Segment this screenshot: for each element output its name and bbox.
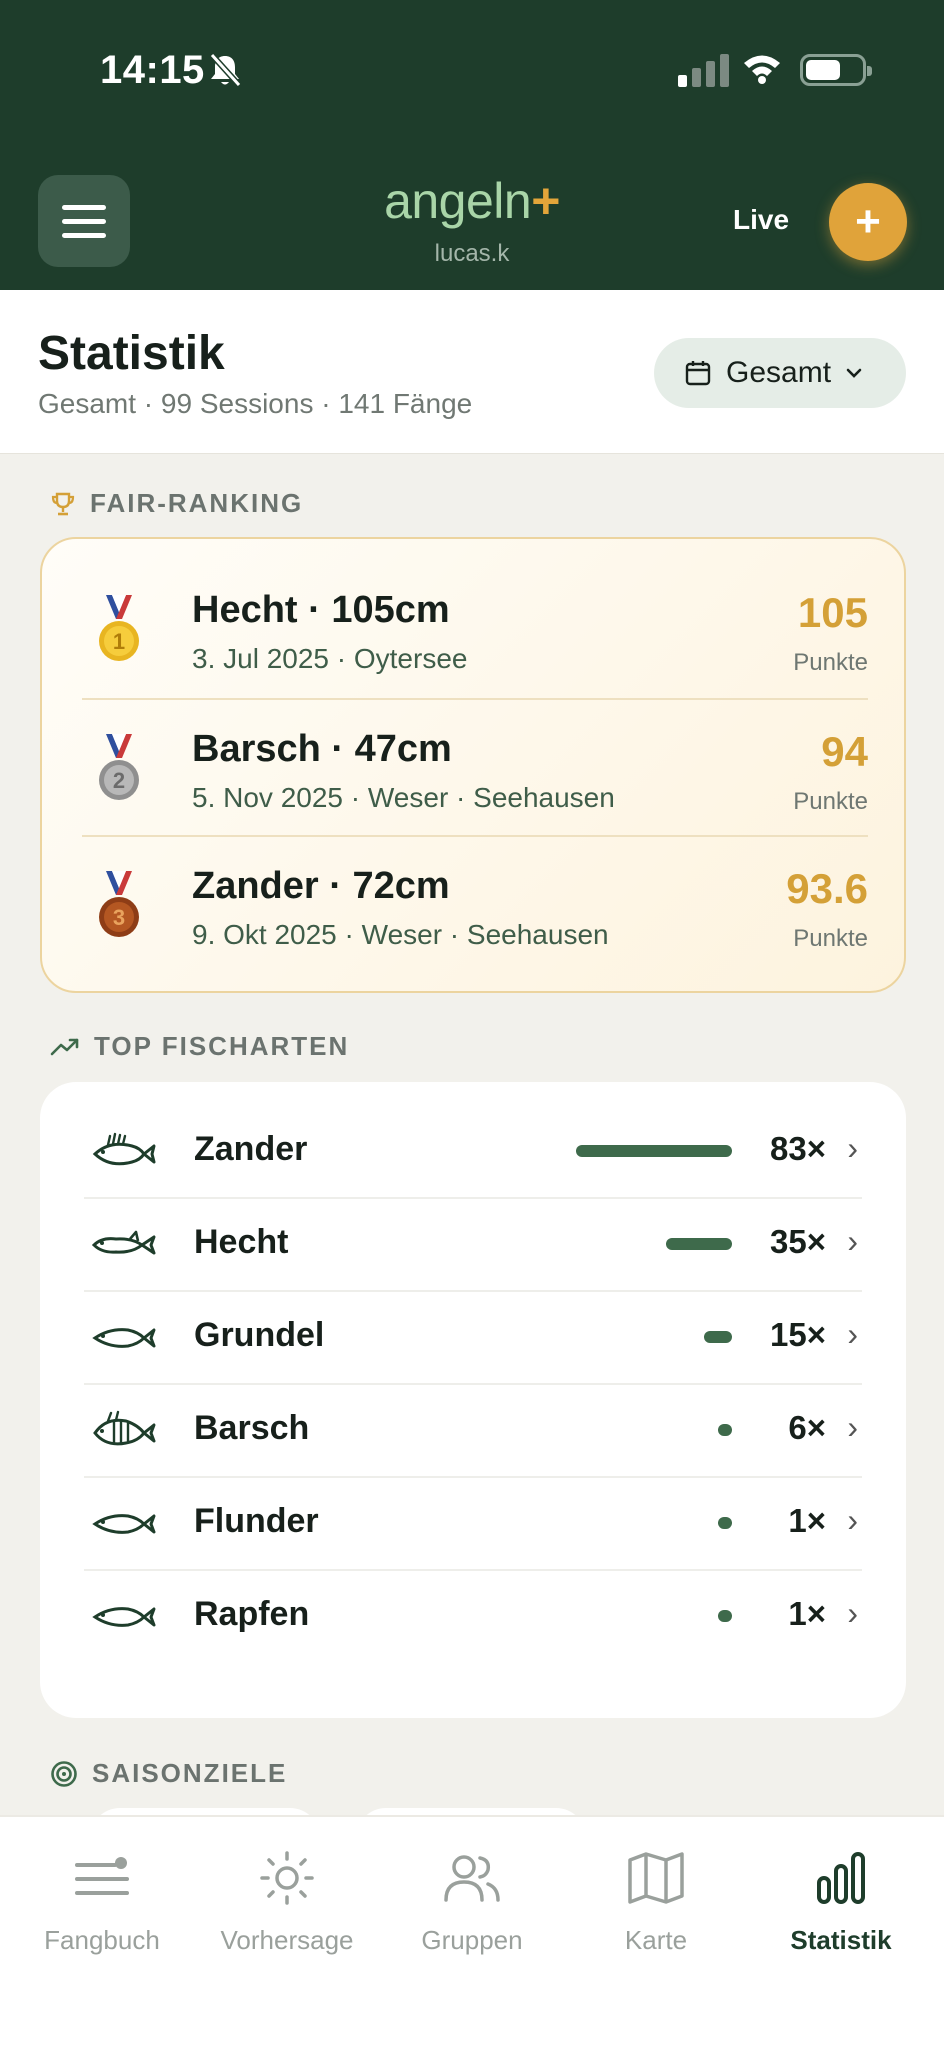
tab-fangbuch[interactable]: Fangbuch	[12, 1847, 192, 1956]
species-name: Rapfen	[194, 1595, 310, 1633]
species-name: Barsch	[194, 1409, 310, 1447]
svg-text:1: 1	[113, 629, 125, 654]
ranking-points: 105	[797, 589, 868, 636]
species-row[interactable]: Grundel 15× ›	[84, 1292, 862, 1385]
menu-button[interactable]	[38, 175, 130, 267]
ranking-title: Barsch · 47cm	[192, 728, 452, 770]
species-row[interactable]: Flunder 1× ›	[84, 1478, 862, 1571]
ranking-section-label: FAIR-RANKING	[50, 488, 303, 519]
app-logo: angeln+	[384, 173, 560, 229]
period-label: Gesamt	[726, 356, 832, 389]
page-title: Statistik	[38, 327, 225, 380]
trophy-icon	[51, 492, 75, 515]
hecht-icon	[92, 1230, 156, 1255]
username: lucas.k	[434, 240, 510, 267]
goals-section-label: SAISONZIELE	[50, 1758, 287, 1789]
period-dropdown[interactable]: Gesamt	[654, 338, 906, 408]
target-icon	[51, 1760, 77, 1787]
gold-medal-icon: 1	[99, 595, 139, 661]
species-row[interactable]: Hecht 35× ›	[84, 1199, 862, 1292]
ranking-title: Zander · 72cm	[192, 865, 450, 907]
zander-icon	[92, 1132, 156, 1166]
chevron-right-icon: ›	[847, 1130, 858, 1166]
tab-gruppen[interactable]: Gruppen	[382, 1847, 562, 1956]
species-row[interactable]: Barsch 6× ›	[84, 1385, 862, 1478]
add-catch-button[interactable]: +	[829, 183, 907, 261]
tab-bar: Fangbuch Vorhersage Gruppen Karte Statis…	[0, 1815, 944, 2048]
users-icon	[444, 1855, 500, 1902]
bell-off-icon	[209, 52, 242, 88]
species-count: 35×	[770, 1223, 826, 1260]
fish-icon	[92, 1514, 156, 1534]
app-header: 14:15 angeln+ lucas.k Live +	[0, 0, 944, 290]
ranking-points-label: Punkte	[793, 788, 868, 815]
ranking-points-label: Punkte	[793, 649, 868, 676]
species-name: Flunder	[194, 1502, 319, 1540]
species-count-bar	[718, 1517, 732, 1529]
chevron-right-icon: ›	[847, 1223, 858, 1259]
trending-up-icon	[50, 1038, 79, 1055]
species-row[interactable]: Rapfen 1× ›	[84, 1571, 862, 1664]
species-count: 6×	[788, 1409, 826, 1446]
ranking-item[interactable]: 2 Barsch · 47cm 5. Nov 2025 · Weser · Se…	[82, 698, 868, 835]
live-button[interactable]: Live	[733, 204, 789, 236]
ranking-subtitle: 9. Okt 2025 · Weser · Seehausen	[192, 919, 609, 950]
ranking-item[interactable]: 1 Hecht · 105cm 3. Jul 2025 · Oytersee 1…	[82, 561, 868, 698]
battery-icon	[800, 54, 872, 86]
species-count-bar	[704, 1331, 732, 1343]
species-count-bar	[718, 1610, 732, 1622]
species-count-bar	[666, 1238, 732, 1250]
species-count-bar	[576, 1145, 732, 1157]
species-name: Grundel	[194, 1316, 325, 1354]
ranking-subtitle: 5. Nov 2025 · Weser · Seehausen	[192, 782, 615, 813]
ranking-item[interactable]: 3 Zander · 72cm 9. Okt 2025 · Weser · Se…	[82, 835, 868, 972]
fish-icon	[92, 1607, 156, 1627]
tab-statistik[interactable]: Statistik	[751, 1847, 931, 1956]
ranking-points-label: Punkte	[793, 925, 868, 952]
species-count: 15×	[770, 1316, 826, 1353]
svg-text:3: 3	[113, 905, 125, 930]
bronze-medal-icon: 3	[99, 871, 139, 937]
wifi-icon	[744, 55, 780, 84]
species-name: Zander	[194, 1130, 308, 1168]
species-row[interactable]: Zander 83× ›	[84, 1106, 862, 1199]
ranking-card: 1 Hecht · 105cm 3. Jul 2025 · Oytersee 1…	[40, 537, 906, 993]
top-species-section-label: TOP FISCHARTEN	[50, 1031, 349, 1062]
ranking-title: Hecht · 105cm	[192, 589, 450, 631]
species-count: 1×	[788, 1502, 826, 1539]
chevron-down-icon	[846, 368, 862, 378]
chevron-right-icon: ›	[847, 1595, 858, 1631]
page-header: Statistik Gesamt · 99 Sessions · 141 Fän…	[0, 290, 944, 454]
top-species-card: Zander 83× › Hecht 35× › Grundel 15× › B…	[40, 1082, 906, 1718]
tab-karte[interactable]: Karte	[566, 1847, 746, 1956]
sun-icon	[260, 1851, 314, 1905]
cellular-signal-icon	[678, 54, 729, 87]
svg-text:2: 2	[113, 768, 125, 793]
map-icon	[628, 1852, 684, 1904]
species-count-bar	[718, 1424, 732, 1436]
tab-vorhersage[interactable]: Vorhersage	[197, 1847, 377, 1956]
chevron-right-icon: ›	[847, 1502, 858, 1538]
barsch-icon	[93, 1410, 156, 1446]
calendar-icon	[685, 361, 711, 386]
species-count: 83×	[770, 1130, 826, 1167]
species-name: Hecht	[194, 1223, 289, 1261]
fish-icon	[92, 1328, 156, 1348]
page-subtitle: Gesamt · 99 Sessions · 141 Fänge	[38, 388, 473, 419]
chevron-right-icon: ›	[847, 1316, 858, 1352]
ranking-points: 94	[821, 728, 868, 775]
silver-medal-icon: 2	[99, 734, 139, 800]
status-time: 14:15	[100, 48, 205, 92]
chevron-right-icon: ›	[847, 1409, 858, 1445]
bar-chart-icon	[817, 1852, 865, 1904]
ranking-points: 93.6	[786, 865, 868, 912]
species-count: 1×	[788, 1595, 826, 1632]
logbook-icon	[75, 1857, 129, 1895]
ranking-subtitle: 3. Jul 2025 · Oytersee	[192, 643, 468, 674]
